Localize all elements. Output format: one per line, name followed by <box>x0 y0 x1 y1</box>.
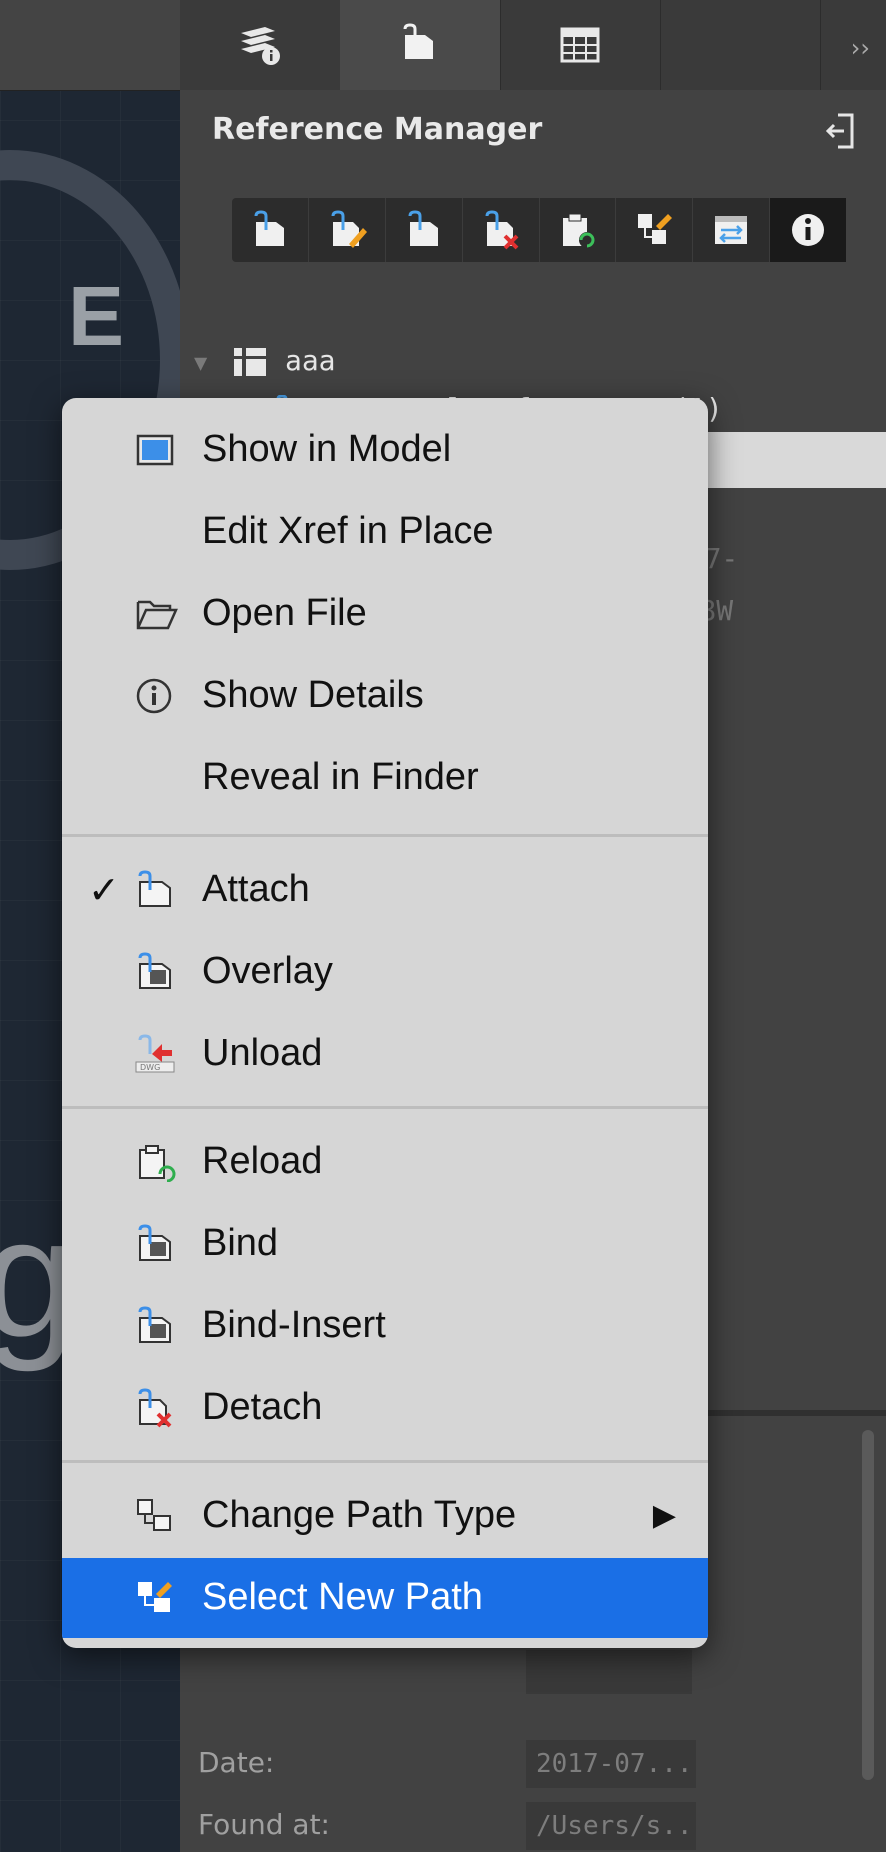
list-button[interactable] <box>693 198 771 262</box>
path-type-icon <box>137 1499 171 1531</box>
found-at-value: /Users/s... <box>526 1802 696 1850</box>
tab-table[interactable] <box>500 0 661 90</box>
tree-root-label: aaa <box>284 344 336 377</box>
menu-item-label: Select New Path <box>202 1576 483 1618</box>
info-button[interactable] <box>770 198 846 262</box>
list-icon <box>715 216 748 244</box>
menu-item-label: Open File <box>202 592 367 634</box>
palette-tab-bar: ›› <box>0 0 886 91</box>
tab-empty <box>660 0 821 90</box>
submenu-arrow-icon: ▶ <box>652 1499 676 1532</box>
attach-dwg-button[interactable] <box>232 198 309 262</box>
attach-dwg-icon <box>254 210 284 246</box>
panel-title: Reference Manager <box>212 112 543 147</box>
info-icon <box>792 214 825 246</box>
layers-info-icon <box>241 27 280 65</box>
drawing-file-icon <box>234 348 267 376</box>
menu-item-edit-xref-in-place[interactable]: Edit Xref in Place <box>62 492 708 572</box>
expand-triangle-icon[interactable]: ▼ <box>194 351 207 376</box>
bind-insert-icon <box>138 1306 171 1343</box>
menu-item-select-new-path[interactable]: Select New Path <box>62 1558 708 1638</box>
xref-file-icon <box>403 23 433 59</box>
found-at-label: Found at: <box>198 1808 330 1841</box>
attach-file-button[interactable] <box>386 198 463 262</box>
edit-xref-icon <box>331 210 367 248</box>
select-path-button[interactable] <box>616 198 694 262</box>
folder-open-icon <box>136 600 178 630</box>
edit-xref-button[interactable] <box>309 198 386 262</box>
reload-icon <box>563 213 596 248</box>
date-value: 2017-07... <box>526 1740 696 1788</box>
menu-item-label: Show in Model <box>202 428 452 470</box>
menu-item-open-file[interactable]: Open File <box>62 574 708 654</box>
menu-item-label: Bind-Insert <box>202 1304 386 1346</box>
overlay-icon <box>138 952 171 989</box>
menu-item-unload[interactable]: DWG Unload <box>62 1014 708 1094</box>
menu-item-show-details[interactable]: Show Details <box>62 656 708 736</box>
menu-item-label: Bind <box>202 1222 279 1264</box>
detach-button[interactable] <box>463 198 540 262</box>
tabs-overflow-button[interactable]: ›› <box>851 34 870 62</box>
menu-item-label: Overlay <box>202 950 333 992</box>
menu-separator <box>62 1106 708 1109</box>
menu-item-detach[interactable]: Detach <box>62 1368 708 1448</box>
checkmark-icon: ✓ <box>88 870 120 912</box>
menu-item-label: Reveal in Finder <box>202 756 479 798</box>
menu-item-change-path-type[interactable]: Change Path Type ▶ <box>62 1476 708 1556</box>
menu-item-reveal-in-finder[interactable]: Reveal in Finder <box>62 738 708 818</box>
detach-icon <box>138 1388 172 1428</box>
menu-item-label: Unload <box>202 1032 323 1074</box>
menu-item-bind[interactable]: Bind <box>62 1204 708 1284</box>
menu-item-overlay[interactable]: Overlay <box>62 932 708 1012</box>
info-circle-icon <box>136 678 172 714</box>
menu-item-label: Edit Xref in Place <box>202 510 494 552</box>
canvas-letter-e: E <box>68 269 125 363</box>
detach-icon <box>485 210 518 250</box>
unload-dwg-icon: DWG <box>135 1034 175 1073</box>
tab-reference-manager[interactable] <box>340 0 501 90</box>
menu-item-show-in-model[interactable]: Show in Model <box>62 410 708 490</box>
menu-item-label: Show Details <box>202 674 424 716</box>
reload-icon <box>139 1145 176 1182</box>
menu-item-reload[interactable]: Reload <box>62 1122 708 1202</box>
attach-icon <box>138 870 171 907</box>
menu-item-label: Change Path Type <box>202 1494 517 1536</box>
menu-item-bind-insert[interactable]: Bind-Insert <box>62 1286 708 1366</box>
svg-text:DWG: DWG <box>140 1063 160 1072</box>
model-window-icon <box>136 434 174 466</box>
tab-layers-properties[interactable] <box>180 0 341 90</box>
reference-toolbar <box>232 198 846 262</box>
tree-root-row[interactable]: ▼ aaa <box>194 344 336 378</box>
menu-item-label: Attach <box>202 868 310 910</box>
menu-item-label: Detach <box>202 1386 323 1428</box>
topbar-left-area <box>0 0 180 90</box>
attach-file-icon <box>408 210 438 246</box>
menu-item-attach[interactable]: ✓ Attach <box>62 850 708 930</box>
details-scrollbar[interactable] <box>862 1430 874 1780</box>
table-grid-icon <box>560 27 600 63</box>
reload-button[interactable] <box>540 198 617 262</box>
bind-icon <box>138 1224 171 1261</box>
xref-context-menu: Show in Model Edit Xref in Place Open Fi… <box>62 398 708 1648</box>
menu-separator <box>62 1460 708 1463</box>
detail-field-4 <box>526 1650 692 1694</box>
date-label: Date: <box>198 1746 275 1779</box>
menu-item-label: Reload <box>202 1140 323 1182</box>
menu-separator <box>62 834 708 837</box>
exit-panel-icon[interactable] <box>825 112 856 154</box>
select-path-icon <box>638 214 673 244</box>
select-new-path-icon <box>138 1582 172 1612</box>
